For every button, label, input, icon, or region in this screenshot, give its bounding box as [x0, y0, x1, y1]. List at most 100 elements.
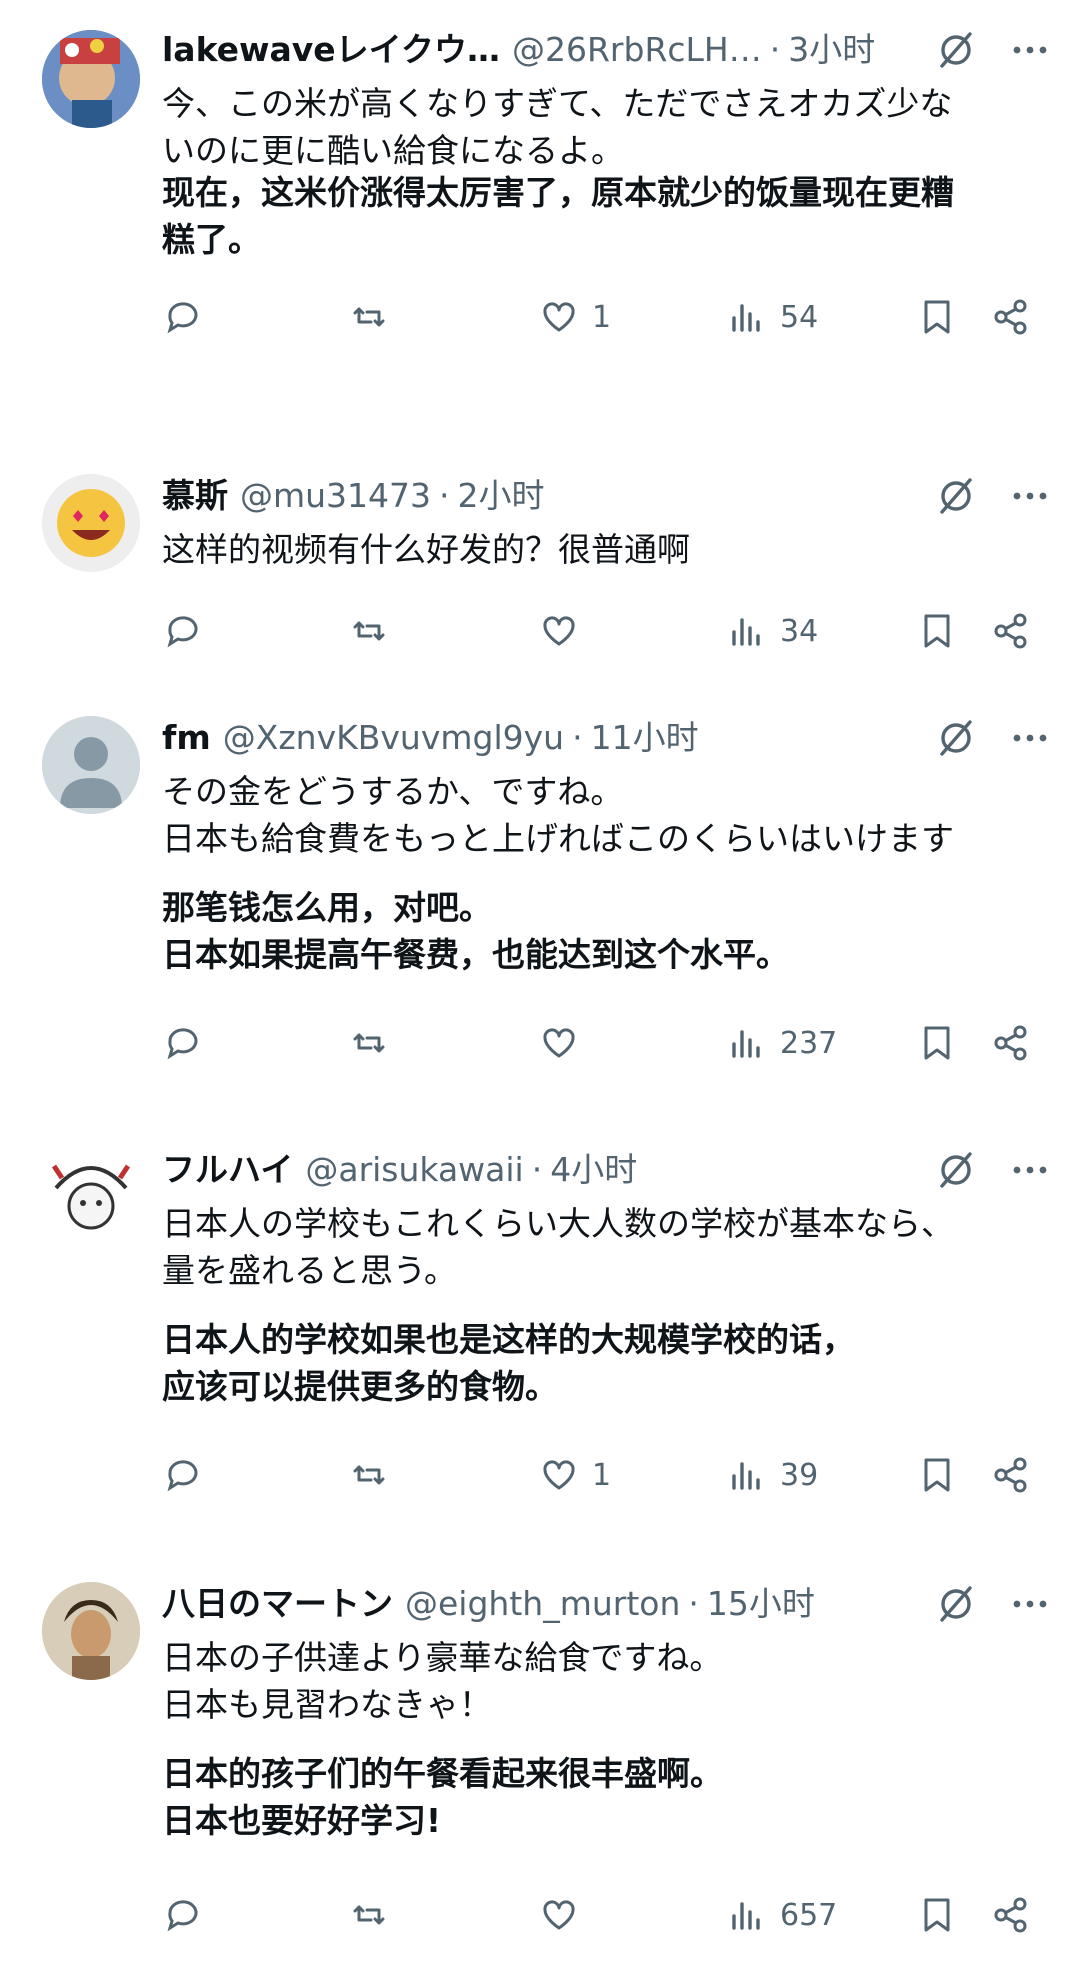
- share-button[interactable]: [990, 1450, 1032, 1500]
- post-original-text: 今、この米が高くなりすぎて、ただでさえオカズ少な いのに更に酷い給食になるよ。: [162, 80, 1050, 174]
- like-button[interactable]: [538, 1018, 592, 1068]
- avatar[interactable]: [42, 716, 140, 814]
- like-button[interactable]: 1: [538, 292, 611, 342]
- reply-button[interactable]: [162, 1890, 204, 1940]
- display-name[interactable]: lakewaveレイクウ…: [162, 28, 500, 72]
- views-button[interactable]: 39: [726, 1450, 818, 1500]
- action-bar: 1 39: [0, 1450, 1080, 1500]
- post[interactable]: fm @XznvKBvuvmgl9yu · 11小时 その金をどうするか、ですね…: [0, 716, 1080, 1096]
- grok-icon[interactable]: [934, 1582, 978, 1626]
- post[interactable]: 八日のマートン @eighth_murton · 15小时 日本の子供達より豪華…: [0, 1582, 1080, 1968]
- share-icon: [994, 1897, 1027, 1933]
- user-handle[interactable]: @arisukawaii: [305, 1148, 523, 1192]
- separator: ·: [531, 1150, 543, 1189]
- repost-button[interactable]: [348, 1018, 390, 1068]
- post[interactable]: フルハイ @arisukawaii · 4小时 日本人の学校もこれくらい大人数の…: [0, 1148, 1080, 1528]
- text-line: 日本如果提高午餐费，也能达到这个水平。: [162, 935, 789, 974]
- grok-icon[interactable]: [934, 28, 978, 72]
- separator: ·: [769, 30, 781, 69]
- reply-button[interactable]: [162, 292, 204, 342]
- bookmark-icon: [924, 614, 950, 648]
- reply-icon: [167, 1028, 198, 1060]
- more-icon[interactable]: [1008, 1582, 1052, 1626]
- repost-icon: [353, 1465, 385, 1485]
- text-line: いのに更に酷い給食になるよ。: [162, 131, 624, 170]
- bookmark-button[interactable]: [916, 606, 958, 656]
- repost-button[interactable]: [348, 606, 390, 656]
- avatar[interactable]: [42, 30, 140, 128]
- display-name[interactable]: fm: [162, 716, 211, 760]
- user-handle[interactable]: @eighth_murton: [405, 1582, 680, 1626]
- timestamp[interactable]: 3小时: [788, 28, 875, 72]
- post-original-text: 这样的视频有什么好发的？很普通啊: [162, 526, 1050, 573]
- share-button[interactable]: [990, 606, 1032, 656]
- avatar[interactable]: [42, 1582, 140, 1680]
- more-icon[interactable]: [1008, 716, 1052, 760]
- repost-button[interactable]: [348, 1890, 390, 1940]
- reply-button[interactable]: [162, 1018, 204, 1068]
- display-name[interactable]: フルハイ: [162, 1148, 293, 1192]
- repost-button[interactable]: [348, 292, 390, 342]
- timestamp[interactable]: 11小时: [591, 716, 699, 760]
- views-icon: [732, 1030, 760, 1058]
- views-button[interactable]: 237: [726, 1018, 837, 1068]
- action-bar: 1 54: [0, 292, 1080, 342]
- more-icon[interactable]: [1008, 1148, 1052, 1192]
- bookmark-button[interactable]: [916, 1018, 958, 1068]
- post-original-text: 日本の子供達より豪華な給食ですね。 日本も見習わなきゃ！: [162, 1634, 1050, 1728]
- share-icon: [994, 1457, 1027, 1493]
- reply-icon: [167, 1460, 198, 1492]
- like-button[interactable]: [538, 1890, 592, 1940]
- repost-button[interactable]: [348, 1450, 390, 1500]
- avatar[interactable]: [42, 1148, 140, 1246]
- display-name[interactable]: 慕斯: [162, 474, 228, 518]
- grok-icon[interactable]: [934, 474, 978, 518]
- post-original-text: 日本人の学校もこれくらい大人数の学校が基本なら、 量を盛れると思う。: [162, 1200, 1050, 1294]
- text-line: 日本の子供達より豪華な給食ですね。: [162, 1638, 723, 1677]
- text-line: 今、この米が高くなりすぎて、ただでさえオカズ少な: [162, 84, 953, 123]
- post-translation: 日本人的学校如果也是这样的大规模学校的话， 应该可以提供更多的食物。: [162, 1316, 1050, 1410]
- user-handle[interactable]: @26RrbRcLH…: [512, 28, 762, 72]
- display-name[interactable]: 八日のマートン: [162, 1582, 393, 1626]
- user-handle[interactable]: @XznvKBvuvmgl9yu: [223, 716, 564, 760]
- grok-icon[interactable]: [934, 1148, 978, 1192]
- like-count: 1: [592, 299, 612, 335]
- grok-icon[interactable]: [934, 716, 978, 760]
- bookmark-icon: [924, 1458, 950, 1492]
- more-icon[interactable]: [1008, 474, 1052, 518]
- text-line: 糕了。: [162, 220, 261, 259]
- views-icon: [732, 1462, 760, 1490]
- reply-button[interactable]: [162, 606, 204, 656]
- like-button[interactable]: [538, 606, 592, 656]
- text-line: 应该可以提供更多的食物。: [162, 1367, 558, 1406]
- post[interactable]: lakewaveレイクウ… @26RrbRcLH… · 3小时 今、この米が高く…: [0, 28, 1080, 348]
- like-button[interactable]: 1: [538, 1450, 611, 1500]
- bookmark-button[interactable]: [916, 1450, 958, 1500]
- text-line: 这样的视频有什么好发的？很普通啊: [162, 530, 690, 569]
- share-button[interactable]: [990, 1018, 1032, 1068]
- reply-icon: [167, 302, 198, 334]
- timestamp[interactable]: 2小时: [458, 474, 545, 518]
- bookmark-button[interactable]: [916, 292, 958, 342]
- timestamp[interactable]: 4小时: [550, 1148, 637, 1192]
- view-count: 657: [780, 1897, 838, 1933]
- like-icon: [543, 1900, 575, 1930]
- reply-button[interactable]: [162, 1450, 204, 1500]
- views-button[interactable]: 657: [726, 1890, 837, 1940]
- bookmark-button[interactable]: [916, 1890, 958, 1940]
- post-original-text: その金をどうするか、ですね。 日本も給食費をもっと上げればこのくらいはいけます: [162, 768, 1050, 862]
- share-button[interactable]: [990, 292, 1032, 342]
- avatar[interactable]: [42, 474, 140, 572]
- text-line: 日本人の学校もこれくらい大人数の学校が基本なら、: [162, 1204, 954, 1243]
- bookmark-icon: [924, 1026, 950, 1060]
- more-icon[interactable]: [1008, 28, 1052, 72]
- views-button[interactable]: 54: [726, 292, 818, 342]
- post-translation: 那笔钱怎么用，对吧。 日本如果提高午餐费，也能达到这个水平。: [162, 884, 1050, 978]
- post-header: 慕斯 @mu31473 · 2小时: [162, 474, 1050, 518]
- share-button[interactable]: [990, 1890, 1032, 1940]
- views-button[interactable]: 34: [726, 606, 818, 656]
- post[interactable]: 慕斯 @mu31473 · 2小时 这样的视频有什么好发的？很普通啊 34: [0, 474, 1080, 664]
- user-handle[interactable]: @mu31473: [240, 474, 431, 518]
- post-header: 八日のマートン @eighth_murton · 15小时: [162, 1582, 1050, 1626]
- timestamp[interactable]: 15小时: [707, 1582, 815, 1626]
